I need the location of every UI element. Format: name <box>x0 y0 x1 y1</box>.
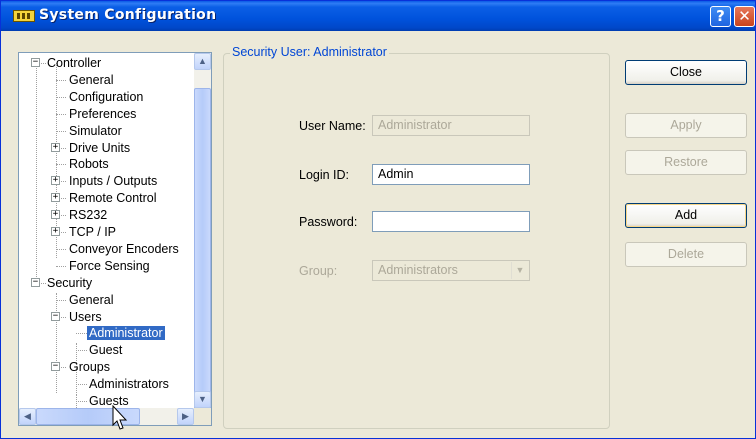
collapse-minus-icon[interactable]: − <box>51 311 60 321</box>
tree-item[interactable]: Groups <box>67 359 112 375</box>
scroll-thumb[interactable] <box>194 88 211 410</box>
tree-connector <box>76 333 87 335</box>
configuration-tree[interactable]: Controller − General Configuration Preferenc… <box>18 52 212 426</box>
delete-button[interactable]: Delete <box>625 242 747 267</box>
expand-plus-icon[interactable]: + <box>51 193 60 203</box>
user-name-field: Administrator <box>372 115 530 136</box>
collapse-minus-icon[interactable]: − <box>31 277 40 287</box>
scroll-down-button[interactable]: ▼ <box>194 391 211 408</box>
tree-guide-line <box>36 63 37 279</box>
expand-plus-icon[interactable]: + <box>51 227 60 236</box>
tree-guide-line <box>56 293 57 393</box>
tree-connector <box>56 299 66 301</box>
tree-item[interactable]: Guest <box>87 342 124 358</box>
tree-item[interactable]: RS232 <box>67 207 109 223</box>
tree-connector <box>76 384 87 386</box>
tree-connector <box>56 79 66 81</box>
tree-connector <box>56 164 66 166</box>
tree-item-label: Groups <box>69 360 110 375</box>
tree-item[interactable]: Security <box>45 275 94 291</box>
tree-item-label: Guest <box>89 343 123 358</box>
restore-button[interactable]: Restore <box>625 150 747 175</box>
tree-connector <box>76 350 87 352</box>
user-name-label: User Name: <box>299 119 366 133</box>
tree-item-label: Conveyor Encoders <box>69 241 179 256</box>
collapse-minus-icon[interactable]: − <box>31 58 40 67</box>
tree-item-label: TCP / IP <box>69 225 117 239</box>
tree-item[interactable]: General <box>67 72 115 88</box>
tree-item-label: Preferences <box>69 106 137 121</box>
tree-item[interactable]: Simulator <box>67 123 124 139</box>
close-button[interactable]: Close <box>625 60 747 85</box>
tree-item-label: Security <box>47 275 93 290</box>
tree-item[interactable]: TCP / IP <box>67 224 118 240</box>
tree-item[interactable]: Inputs / Outputs <box>67 173 159 189</box>
tree-item-label: Simulator <box>69 123 122 138</box>
vertical-scrollbar[interactable]: ▲ ▼ <box>194 53 211 410</box>
tree-item-label: Administrator <box>87 326 165 341</box>
expand-plus-icon[interactable]: + <box>51 210 60 220</box>
password-input[interactable] <box>372 211 530 232</box>
tree-item-label: Administrators <box>89 377 169 392</box>
app-icon <box>13 10 35 22</box>
tree-item-label: Remote Control <box>69 191 157 206</box>
system-configuration-window: System Configuration ? ✕ Controller − Gene… <box>0 0 756 439</box>
tree-item-label: RS232 <box>69 208 108 223</box>
tree-item-label: Inputs / Outputs <box>69 174 158 189</box>
tree-item[interactable]: Controller <box>45 55 103 71</box>
horizontal-scrollbar[interactable]: ◀ ▶ <box>19 408 194 425</box>
security-user-group <box>223 53 610 429</box>
tree-connector <box>56 96 66 98</box>
login-id-label: Login ID: <box>299 168 350 182</box>
tree-item[interactable]: Administrators <box>87 376 171 392</box>
password-label: Password: <box>299 215 358 229</box>
tree-item-label: Force Sensing <box>69 258 150 273</box>
expand-plus-icon[interactable]: + <box>51 142 60 152</box>
mouse-cursor-icon <box>112 405 128 430</box>
collapse-minus-icon[interactable]: − <box>51 362 60 372</box>
tree-connector <box>56 248 66 250</box>
tree-connector <box>56 265 66 267</box>
tree-item-label: Drive Units <box>69 140 131 155</box>
tree-item-label: General <box>69 292 114 307</box>
group-select-value: Administrators <box>378 263 458 277</box>
tree-item-label: Robots <box>69 157 109 172</box>
group-select: Administrators ▼ <box>372 260 530 281</box>
tree-item[interactable]: General <box>67 292 115 308</box>
group-label: Group: <box>299 264 338 278</box>
chevron-down-icon: ▼ <box>511 262 528 279</box>
tree-connector <box>76 401 87 402</box>
tree-item[interactable]: Force Sensing <box>67 258 152 274</box>
add-button[interactable]: Add <box>625 203 747 228</box>
tree-item[interactable]: Conveyor Encoders <box>67 241 181 257</box>
tree-item[interactable]: Robots <box>67 156 111 172</box>
tree-item[interactable]: Configuration <box>67 89 145 105</box>
help-button[interactable]: ? <box>710 6 731 27</box>
tree-item[interactable]: Administrator <box>87 325 165 341</box>
tree-connector <box>56 130 66 132</box>
tree-item[interactable]: Drive Units <box>67 140 132 156</box>
tree-item-label: Users <box>69 309 102 324</box>
window-title: System Configuration <box>39 7 217 23</box>
scroll-left-button[interactable]: ◀ <box>19 408 36 425</box>
login-id-input[interactable]: Admin <box>372 164 530 185</box>
tree-item-label: Configuration <box>69 89 144 104</box>
expand-plus-icon[interactable]: + <box>51 176 60 186</box>
tree-viewport: Controller − General Configuration Preferenc… <box>19 53 194 408</box>
scroll-right-button[interactable]: ▶ <box>177 408 194 425</box>
tree-connector <box>56 113 66 115</box>
scroll-up-button[interactable]: ▲ <box>194 53 211 70</box>
tree-item[interactable]: Preferences <box>67 106 138 122</box>
apply-button[interactable]: Apply <box>625 113 747 138</box>
tree-item[interactable]: Users <box>67 309 104 325</box>
tree-item[interactable]: Remote Control <box>67 190 159 206</box>
scroll-corner <box>194 408 211 425</box>
close-window-button[interactable]: ✕ <box>734 6 755 27</box>
title-bar[interactable]: System Configuration ? ✕ <box>1 1 755 31</box>
group-title: Security User: Administrator <box>230 45 389 59</box>
tree-item-label: General <box>69 72 114 87</box>
tree-item-label: Controller <box>47 56 102 70</box>
